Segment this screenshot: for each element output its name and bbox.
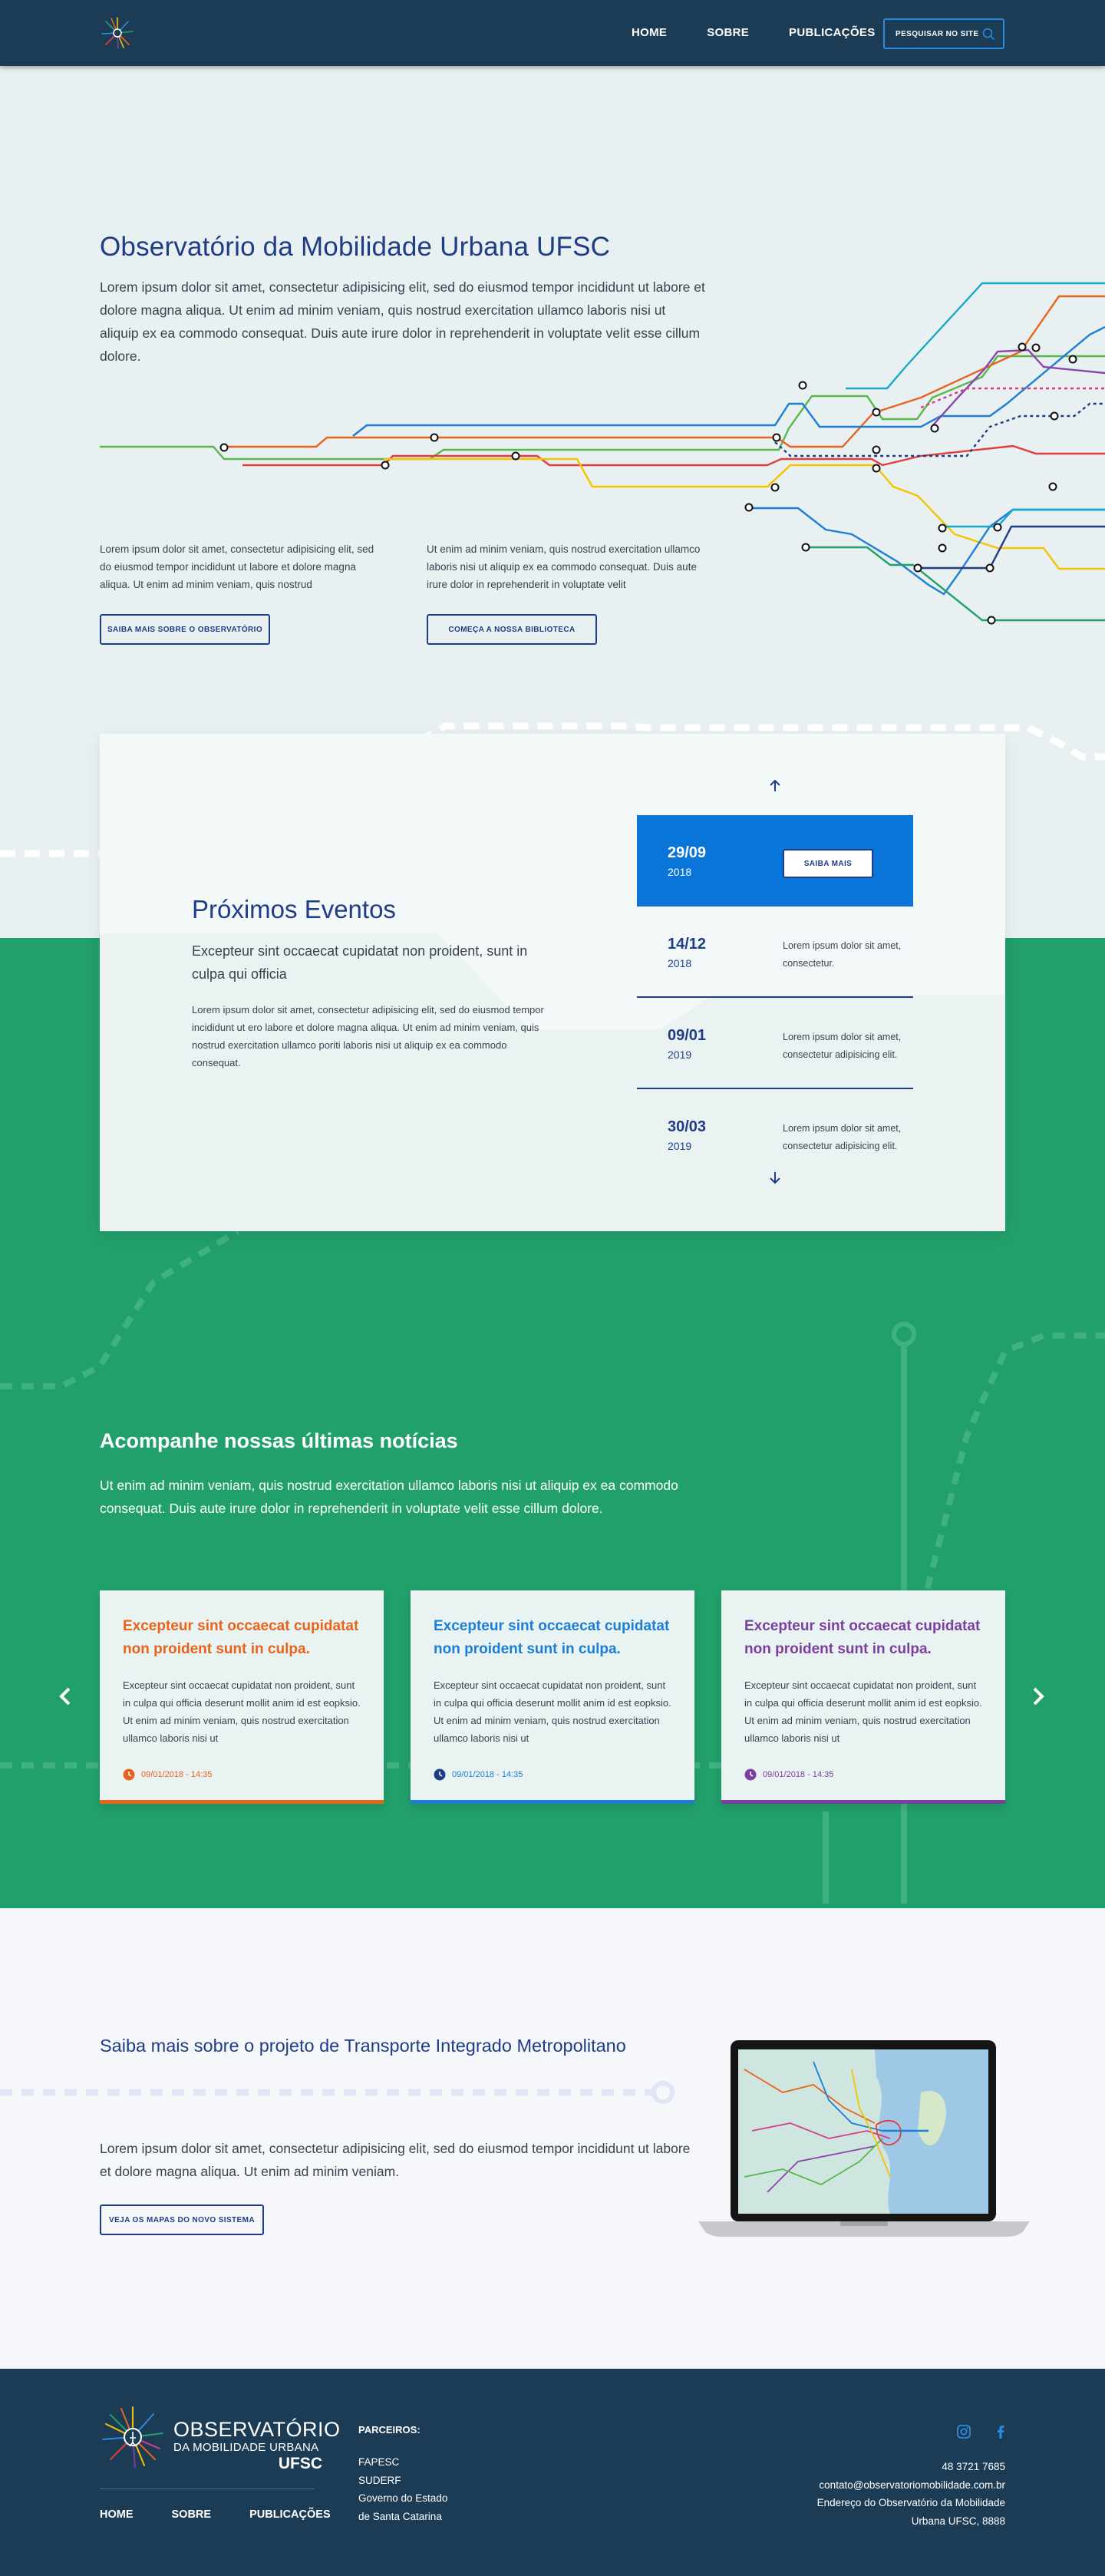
- clock-icon: [434, 1769, 446, 1781]
- event-text: Lorem ipsum dolor sit amet, consectetur.: [783, 940, 902, 969]
- contact-email[interactable]: contato@observatoriomobilidade.com.br: [817, 2476, 1005, 2495]
- news-lead: Ut enim ad minim veniam, quis nostrud ex…: [100, 1478, 678, 1516]
- logo-icon: [102, 2406, 163, 2468]
- event-year: 2019: [668, 1140, 692, 1152]
- tim-text: Lorem ipsum dolor sit amet, consectetur …: [100, 2141, 691, 2179]
- news-card-text: Excepteur sint occaecat cupidatat non pr…: [434, 1679, 671, 1744]
- partner-item: Governo do Estado: [358, 2492, 448, 2504]
- tim-section: Saiba mais sobre o projeto de Transporte…: [0, 1908, 1105, 2369]
- footer-logo-ufsc: UFSC: [278, 2455, 322, 2472]
- event-year: 2018: [668, 866, 692, 878]
- news-card-accent: [721, 1800, 1005, 1804]
- footer-nav-sobre[interactable]: SOBRE: [172, 2508, 212, 2521]
- chevron-right-icon[interactable]: [1028, 1684, 1047, 1709]
- footer-nav-publicacoes[interactable]: PUBLICAÇÕES: [249, 2508, 331, 2521]
- contact-address: Urbana UFSC, 8888: [911, 2515, 1005, 2527]
- about-text: Lorem ipsum dolor sit amet, consectetur …: [100, 543, 374, 590]
- events-subtitle: Excepteur sint occaecat cupidatat non pr…: [192, 943, 528, 982]
- event-date: 30/03: [668, 1118, 707, 1135]
- event-more-button[interactable]: SAIBA MAIS: [783, 849, 873, 878]
- event-date: 09/01: [668, 1027, 707, 1044]
- tim-title: Saiba mais sobre o projeto de Transporte…: [100, 2036, 626, 2056]
- facebook-icon[interactable]: [993, 2424, 1008, 2439]
- page-title: Observatório da Mobilidade Urbana UFSC: [100, 232, 611, 262]
- maps-button[interactable]: VEJA OS MAPAS DO NOVO SISTEMA: [100, 2204, 264, 2235]
- arrow-down-icon[interactable]: [766, 1168, 784, 1187]
- logo-icon[interactable]: [100, 15, 135, 51]
- news-card[interactable]: Excepteur sint occaecat cupidatat non pr…: [721, 1590, 1005, 1804]
- search-input[interactable]: PESQUISAR NO SITE: [883, 18, 1004, 49]
- clock-icon: [123, 1769, 135, 1781]
- search-icon[interactable]: [981, 27, 995, 41]
- nav-publicacoes[interactable]: PUBLICAÇÕES: [789, 26, 875, 39]
- contact-address: Endereço do Observatório da Mobilidade: [816, 2497, 1005, 2508]
- footer-logo-subtitle: DA MOBILIDADE URBANA: [173, 2441, 319, 2454]
- nav-sobre[interactable]: SOBRE: [707, 26, 749, 39]
- event-year: 2018: [668, 957, 692, 969]
- partners-title: PARCEIROS:: [358, 2424, 421, 2436]
- social-links: [956, 2424, 1008, 2439]
- event-date: 14/12: [668, 936, 707, 953]
- event-text: Lorem ipsum dolor sit amet, consectetur …: [783, 1032, 902, 1060]
- site-footer: OBSERVATÓRIO DA MOBILIDADE URBANA UFSC H…: [0, 2369, 1105, 2576]
- event-item[interactable]: 09/01 2019 Lorem ipsum dolor sit amet, c…: [637, 998, 913, 1089]
- nav-home[interactable]: HOME: [632, 26, 667, 39]
- news-card-title[interactable]: Excepteur sint occaecat cupidatat non pr…: [123, 1615, 368, 1661]
- library-text: Ut enim ad minim veniam, quis nostrud ex…: [427, 543, 701, 590]
- news-card[interactable]: Excepteur sint occaecat cupidatat non pr…: [411, 1590, 694, 1804]
- contact-phone[interactable]: 48 3721 7685: [817, 2458, 1005, 2476]
- news-card[interactable]: Excepteur sint occaecat cupidatat non pr…: [100, 1590, 384, 1804]
- site-header: HOME SOBRE PUBLICAÇÕES PESQUISAR NO SITE: [0, 0, 1105, 66]
- event-text: Lorem ipsum dolor sit amet, consectetur …: [783, 1123, 902, 1151]
- news-card-text: Excepteur sint occaecat cupidatat non pr…: [744, 1679, 982, 1744]
- news-card-meta: 09/01/2018 - 14:35: [744, 1769, 833, 1781]
- main-nav: HOME SOBRE PUBLICAÇÕES: [632, 26, 915, 39]
- event-item[interactable]: 29/09 2018 SAIBA MAIS: [637, 815, 913, 907]
- events-body: Lorem ipsum dolor sit amet, consectetur …: [192, 1004, 544, 1068]
- partner-item: de Santa Catarina: [358, 2510, 442, 2522]
- library-button[interactable]: COMEÇA A NOSSA BIBLIOTECA: [427, 614, 597, 645]
- footer-divider: [100, 2488, 315, 2489]
- news-card-accent: [411, 1800, 694, 1804]
- chevron-left-icon[interactable]: [57, 1684, 75, 1709]
- contact-info: 48 3721 7685 contato@observatoriomobilid…: [817, 2458, 1005, 2530]
- events-section: Próximos Eventos Excepteur sint occaecat…: [100, 734, 1005, 1231]
- footer-logo-title: OBSERVATÓRIO: [173, 2418, 341, 2441]
- about-button[interactable]: SAIBA MAIS SOBRE O OBSERVATÓRIO: [100, 614, 270, 645]
- event-item[interactable]: 30/03 2019 Lorem ipsum dolor sit amet, c…: [637, 1089, 913, 1181]
- news-card-date: 09/01/2018 - 14:35: [452, 1770, 523, 1779]
- event-date: 29/09: [668, 844, 707, 861]
- footer-nav: HOME SOBRE PUBLICAÇÕES: [100, 2508, 369, 2521]
- news-card-accent: [100, 1800, 384, 1804]
- partners-list: FAPESC SUDERF Governo do Estado de Santa…: [358, 2453, 447, 2525]
- tim-route-decoration: [0, 2081, 675, 2104]
- footer-nav-home[interactable]: HOME: [100, 2508, 134, 2521]
- event-item[interactable]: 14/12 2018 Lorem ipsum dolor sit amet, c…: [637, 907, 913, 998]
- partner-item: FAPESC: [358, 2456, 400, 2468]
- events-list: 29/09 2018 SAIBA MAIS 14/12 2018 Lorem i…: [637, 815, 913, 1181]
- news-card-text: Excepteur sint occaecat cupidatat non pr…: [123, 1679, 361, 1744]
- news-card-date: 09/01/2018 - 14:35: [763, 1770, 834, 1779]
- news-card-title[interactable]: Excepteur sint occaecat cupidatat non pr…: [434, 1615, 679, 1661]
- news-card-title[interactable]: Excepteur sint occaecat cupidatat non pr…: [744, 1615, 990, 1661]
- laptop-map-image: [698, 2040, 1030, 2237]
- news-card-meta: 09/01/2018 - 14:35: [123, 1769, 212, 1781]
- event-year: 2019: [668, 1049, 692, 1061]
- news-route-decoration: [0, 1231, 1105, 1904]
- partner-item: SUDERF: [358, 2474, 401, 2486]
- footer-logo[interactable]: OBSERVATÓRIO DA MOBILIDADE URBANA UFSC: [100, 2404, 340, 2473]
- events-title: Próximos Eventos: [192, 895, 396, 923]
- arrow-up-icon[interactable]: [766, 777, 784, 795]
- news-title: Acompanhe nossas últimas notícias: [100, 1429, 458, 1452]
- news-card-date: 09/01/2018 - 14:35: [141, 1770, 213, 1779]
- instagram-icon[interactable]: [956, 2424, 971, 2439]
- news-card-meta: 09/01/2018 - 14:35: [434, 1769, 523, 1781]
- clock-icon: [744, 1769, 757, 1781]
- search-placeholder: PESQUISAR NO SITE: [896, 29, 979, 38]
